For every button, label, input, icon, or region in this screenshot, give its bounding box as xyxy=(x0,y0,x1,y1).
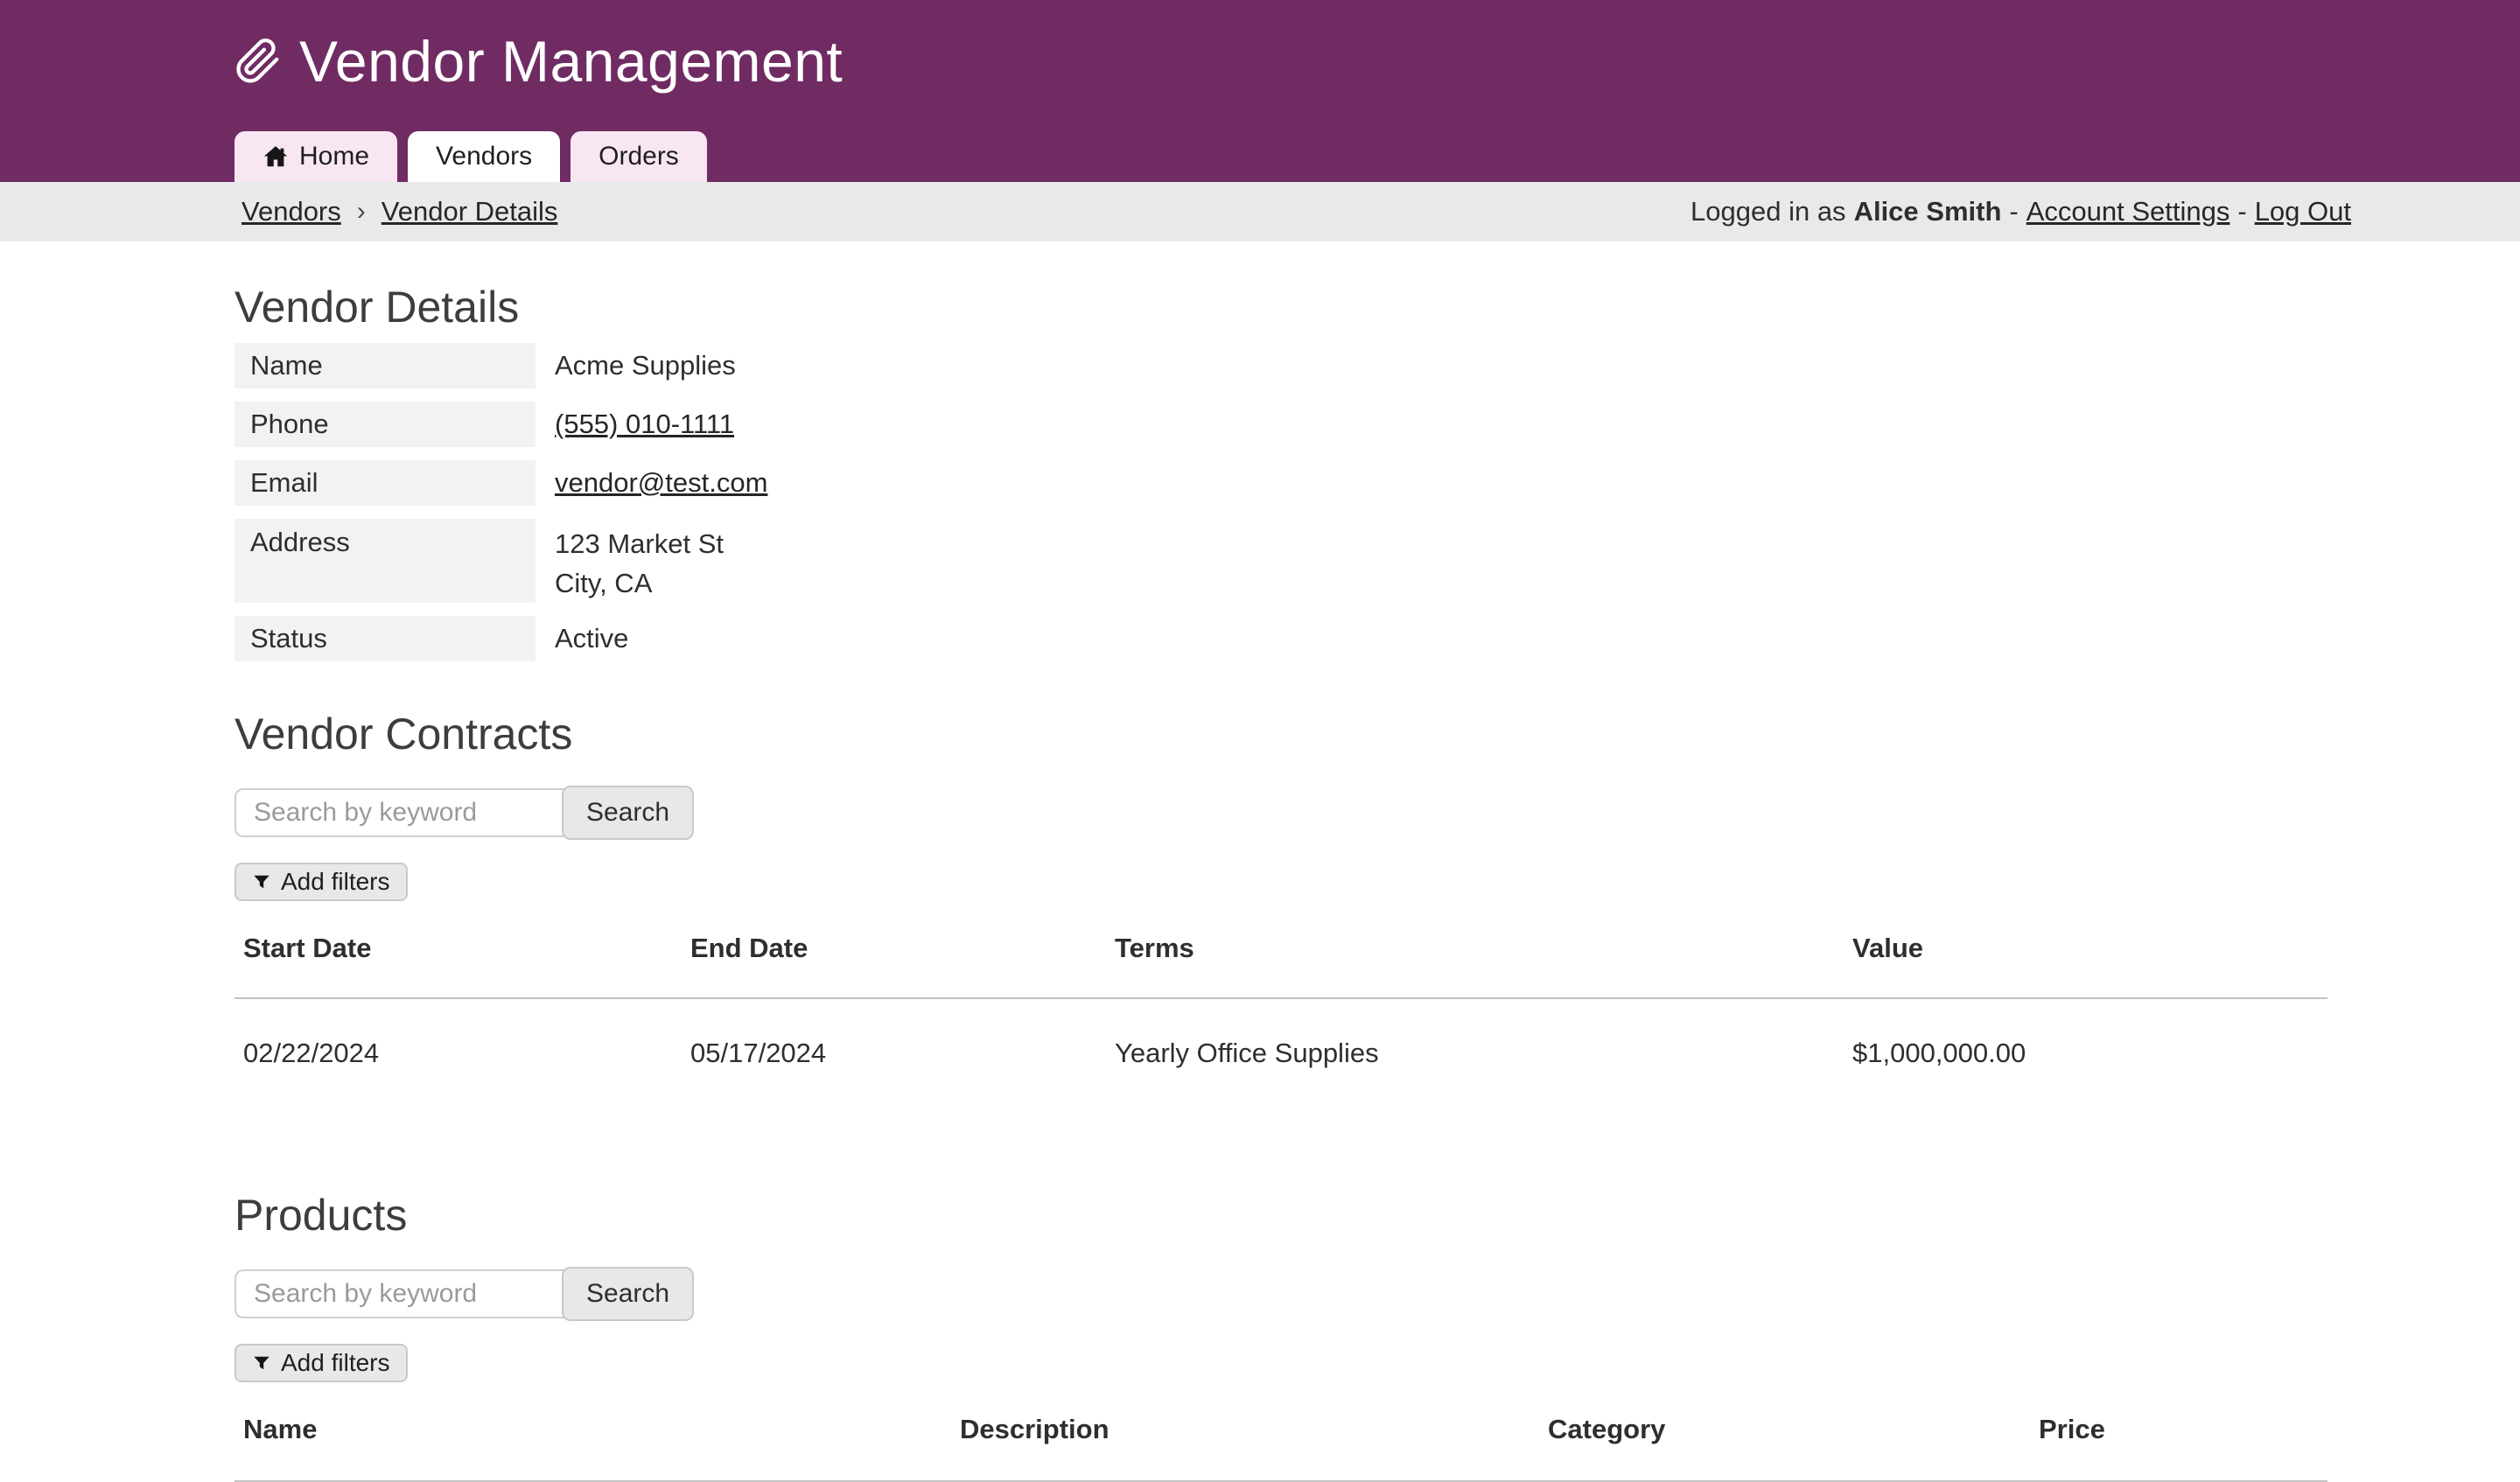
contract-end-date: 05/17/2024 xyxy=(682,998,1106,1090)
vendor-email-link[interactable]: vendor@test.com xyxy=(555,467,767,499)
vendor-phone-link[interactable]: (555) 010-1111 xyxy=(555,409,734,440)
add-filters-label: Add filters xyxy=(281,868,390,896)
products-col-name: Name xyxy=(234,1414,951,1481)
contracts-table: Start Date End Date Terms Value 02/22/20… xyxy=(234,933,2328,1090)
home-icon xyxy=(262,143,289,170)
detail-row-email: Email vendor@test.com xyxy=(234,460,2328,506)
main-content: Vendor Details Name Acme Supplies Phone … xyxy=(234,282,2328,1482)
detail-label: Email xyxy=(234,460,536,506)
session-dash: - xyxy=(2009,196,2018,227)
logged-in-prefix: Logged in as xyxy=(1690,196,1846,227)
contracts-col-end-date: End Date xyxy=(682,933,1106,998)
detail-row-phone: Phone (555) 010-1111 xyxy=(234,402,2328,447)
contract-value: $1,000,000.00 xyxy=(1844,998,2328,1090)
app-header: Vendor Management Home Vendors Orders xyxy=(0,0,2520,182)
products-col-price: Price xyxy=(2030,1414,2328,1481)
logged-in-user: Alice Smith xyxy=(1854,196,2002,227)
contracts-search-row: Search xyxy=(234,786,2328,840)
vendor-name-value: Acme Supplies xyxy=(536,343,736,388)
products-search-row: Search xyxy=(234,1267,2328,1321)
contracts-col-start-date: Start Date xyxy=(234,933,682,998)
address-line-2: City, CA xyxy=(555,563,652,603)
breadcrumb-link-vendor-details[interactable]: Vendor Details xyxy=(382,196,558,227)
filter-funnel-icon xyxy=(252,872,271,892)
products-search-input[interactable] xyxy=(234,1269,572,1318)
vendor-address-value: 123 Market St City, CA xyxy=(536,519,724,603)
contracts-search-input[interactable] xyxy=(234,788,572,837)
tab-home-label: Home xyxy=(299,142,369,171)
products-heading: Products xyxy=(234,1190,2328,1241)
paperclip-icon xyxy=(234,38,282,85)
products-search-button[interactable]: Search xyxy=(562,1267,694,1321)
session-dash: - xyxy=(2237,196,2246,227)
contracts-search-button[interactable]: Search xyxy=(562,786,694,840)
products-header-row: Name Description Category Price xyxy=(234,1414,2328,1481)
contracts-add-filters-button[interactable]: Add filters xyxy=(234,863,408,901)
breadcrumb-separator-icon: › xyxy=(357,197,366,227)
contracts-col-value: Value xyxy=(1844,933,2328,998)
detail-row-status: Status Active xyxy=(234,616,2328,661)
tab-orders[interactable]: Orders xyxy=(570,131,707,182)
detail-label: Address xyxy=(234,519,536,603)
tab-vendors-label: Vendors xyxy=(436,142,532,171)
detail-label: Status xyxy=(234,616,536,661)
app-title: Vendor Management xyxy=(299,30,843,94)
contract-row: 02/22/2024 05/17/2024 Yearly Office Supp… xyxy=(234,998,2328,1090)
add-filters-label: Add filters xyxy=(281,1349,390,1377)
tab-home[interactable]: Home xyxy=(234,131,397,182)
session-info: Logged in as Alice Smith - Account Setti… xyxy=(1690,196,2351,227)
breadcrumb-bar: Vendors › Vendor Details Logged in as Al… xyxy=(0,182,2520,241)
vendor-details-heading: Vendor Details xyxy=(234,282,2328,332)
products-table: Name Description Category Price xyxy=(234,1414,2328,1482)
vendor-details-table: Name Acme Supplies Phone (555) 010-1111 … xyxy=(234,343,2328,661)
address-line-1: 123 Market St xyxy=(555,524,724,563)
breadcrumb-link-vendors[interactable]: Vendors xyxy=(242,196,341,227)
tab-orders-label: Orders xyxy=(598,142,679,171)
detail-row-address: Address 123 Market St City, CA xyxy=(234,519,2328,603)
breadcrumb: Vendors › Vendor Details xyxy=(242,196,557,227)
detail-label: Phone xyxy=(234,402,536,447)
main-nav: Home Vendors Orders xyxy=(234,131,707,182)
contract-start-date: 02/22/2024 xyxy=(234,998,682,1090)
app-title-row: Vendor Management xyxy=(234,30,843,94)
vendor-contracts-heading: Vendor Contracts xyxy=(234,709,2328,759)
detail-label: Name xyxy=(234,343,536,388)
contracts-col-terms: Terms xyxy=(1106,933,1844,998)
products-add-filters-button[interactable]: Add filters xyxy=(234,1344,408,1382)
contracts-header-row: Start Date End Date Terms Value xyxy=(234,933,2328,998)
account-settings-link[interactable]: Account Settings xyxy=(2026,196,2230,227)
products-col-description: Description xyxy=(951,1414,1539,1481)
products-col-category: Category xyxy=(1539,1414,2030,1481)
filter-funnel-icon xyxy=(252,1353,271,1374)
vendor-status-value: Active xyxy=(536,616,628,661)
tab-vendors[interactable]: Vendors xyxy=(408,131,560,182)
contract-terms: Yearly Office Supplies xyxy=(1106,998,1844,1090)
detail-row-name: Name Acme Supplies xyxy=(234,343,2328,388)
log-out-link[interactable]: Log Out xyxy=(2255,196,2351,227)
